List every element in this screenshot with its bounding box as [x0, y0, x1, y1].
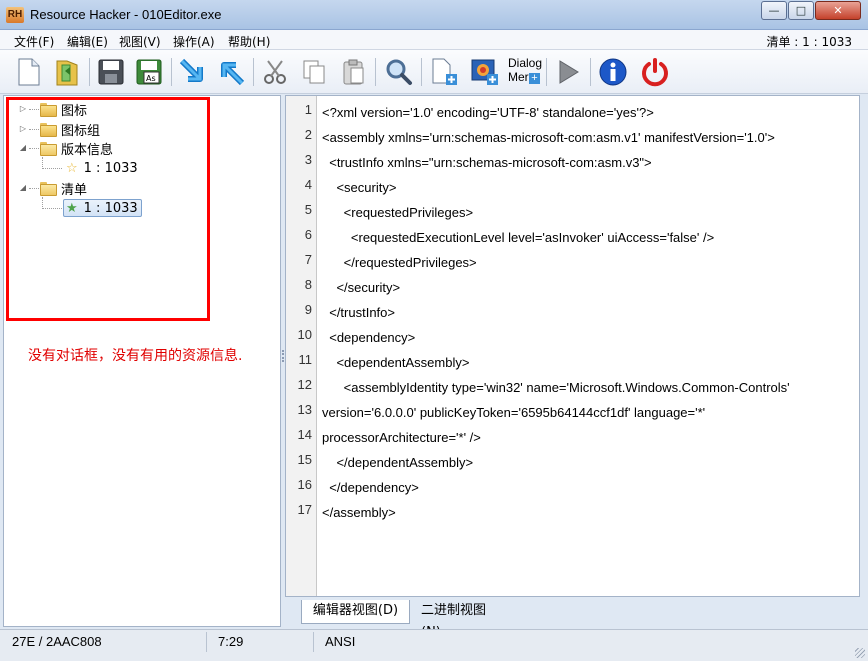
line-number: 2 — [304, 127, 312, 142]
minimize-button[interactable]: — — [761, 1, 787, 20]
info-icon[interactable] — [596, 55, 630, 89]
line-number: 6 — [304, 227, 312, 242]
code-line[interactable]: </dependency> — [322, 480, 419, 495]
annotation-text: 没有对话框，没有有用的资源信息. — [28, 348, 243, 364]
paste-icon[interactable] — [336, 55, 370, 89]
menu-edit[interactable]: 编辑(E) — [67, 33, 108, 50]
code-editor[interactable]: 1 2 3 4 5 6 7 8 9 10 11 12 13 14 15 16 1… — [285, 95, 860, 597]
line-number: 5 — [304, 202, 312, 217]
copy-icon[interactable] — [297, 55, 331, 89]
new-file-icon[interactable] — [12, 55, 46, 89]
close-button[interactable]: ✕ — [815, 1, 861, 20]
dialog-merge-icon[interactable]: Dialog Mer + — [504, 55, 544, 89]
line-number: 7 — [304, 252, 312, 267]
export-arrow-icon[interactable] — [214, 55, 248, 89]
dialog-label: Dialog — [508, 56, 543, 70]
svg-text:As: As — [146, 74, 156, 83]
code-line[interactable]: <assemblyIdentity type='win32' name='Mic… — [322, 380, 790, 395]
import-arrow-icon[interactable] — [176, 55, 210, 89]
code-line[interactable]: <assembly xmlns='urn:schemas-microsoft-c… — [322, 130, 775, 145]
line-number: 3 — [304, 152, 312, 167]
save-as-icon[interactable]: As — [132, 55, 166, 89]
line-number: 1 — [304, 102, 312, 117]
red-highlight-box — [6, 97, 210, 321]
add-resource-icon[interactable] — [427, 55, 461, 89]
line-number: 15 — [297, 452, 312, 467]
code-line[interactable]: </requestedPrivileges> — [322, 255, 477, 270]
line-number: 9 — [304, 302, 312, 317]
line-number: 13 — [297, 402, 312, 417]
code-line[interactable]: <?xml version='1.0' encoding='UTF-8' sta… — [322, 105, 654, 120]
status-bar: 27E / 2AAC808 7:29 ANSI — [0, 629, 868, 661]
add-image-icon[interactable] — [468, 55, 502, 89]
current-resource-info: 清单 : 1 : 1033 — [766, 35, 852, 49]
line-number-gutter: 1 2 3 4 5 6 7 8 9 10 11 12 13 14 15 16 1… — [286, 96, 317, 596]
code-line[interactable]: <dependentAssembly> — [322, 355, 469, 370]
menu-file[interactable]: 文件(F) — [14, 33, 54, 50]
view-tab-bar: 编辑器视图(D) 二进制视图(N) — [285, 597, 860, 640]
line-number: 14 — [297, 427, 312, 442]
open-file-icon[interactable] — [50, 55, 84, 89]
maximize-button[interactable]: □ — [788, 1, 814, 20]
code-line[interactable]: <requestedPrivileges> — [322, 205, 473, 220]
menu-help[interactable]: 帮助(H) — [228, 33, 270, 50]
code-line[interactable]: </trustInfo> — [322, 305, 395, 320]
line-number: 17 — [297, 502, 312, 517]
app-icon: RH — [6, 7, 24, 23]
code-line[interactable]: <dependency> — [322, 330, 415, 345]
code-line[interactable]: processorArchitecture='*' /> — [322, 430, 481, 445]
code-line[interactable]: <security> — [322, 180, 396, 195]
line-number: 16 — [297, 477, 312, 492]
cut-icon[interactable] — [259, 55, 293, 89]
status-cursor-position: 7:29 — [218, 634, 244, 649]
run-script-icon[interactable] — [551, 55, 585, 89]
line-number: 8 — [304, 277, 312, 292]
menu-bar: 文件(F) 编辑(E) 视图(V) 操作(A) 帮助(H) 清单 : 1 : 1… — [0, 30, 868, 50]
window-title: Resource Hacker - 010Editor.exe — [30, 7, 222, 22]
status-offset: 27E / 2AAC808 — [12, 634, 102, 649]
tab-binary-view[interactable]: 二进制视图(N) — [413, 600, 513, 640]
line-number: 4 — [304, 177, 312, 192]
resize-grip-icon[interactable] — [855, 648, 865, 658]
search-icon[interactable] — [382, 55, 416, 89]
splitter-grip-icon[interactable] — [282, 350, 284, 362]
code-line[interactable]: </security> — [322, 280, 400, 295]
line-number: 12 — [297, 377, 312, 392]
status-encoding: ANSI — [325, 634, 356, 649]
line-number: 10 — [297, 327, 312, 342]
title-bar: RH Resource Hacker - 010Editor.exe — □ ✕ — [0, 0, 868, 30]
menu-view[interactable]: 视图(V) — [119, 33, 161, 50]
line-number: 11 — [298, 352, 313, 367]
merge-label: Mer — [508, 70, 529, 84]
code-line[interactable]: version='6.0.0.0' publicKeyToken='6595b6… — [322, 405, 705, 420]
menu-action[interactable]: 操作(A) — [173, 33, 215, 50]
code-line[interactable]: </dependentAssembly> — [322, 455, 473, 470]
save-icon[interactable] — [94, 55, 128, 89]
toolbar: As Dialog Mer + — [0, 50, 868, 94]
code-line[interactable]: </assembly> — [322, 505, 396, 520]
code-line[interactable]: <trustInfo xmlns="urn:schemas-microsoft-… — [322, 155, 651, 170]
power-exit-icon[interactable] — [638, 55, 672, 89]
code-line[interactable]: <requestedExecutionLevel level='asInvoke… — [322, 230, 714, 245]
tab-editor-view[interactable]: 编辑器视图(D) — [301, 600, 410, 624]
